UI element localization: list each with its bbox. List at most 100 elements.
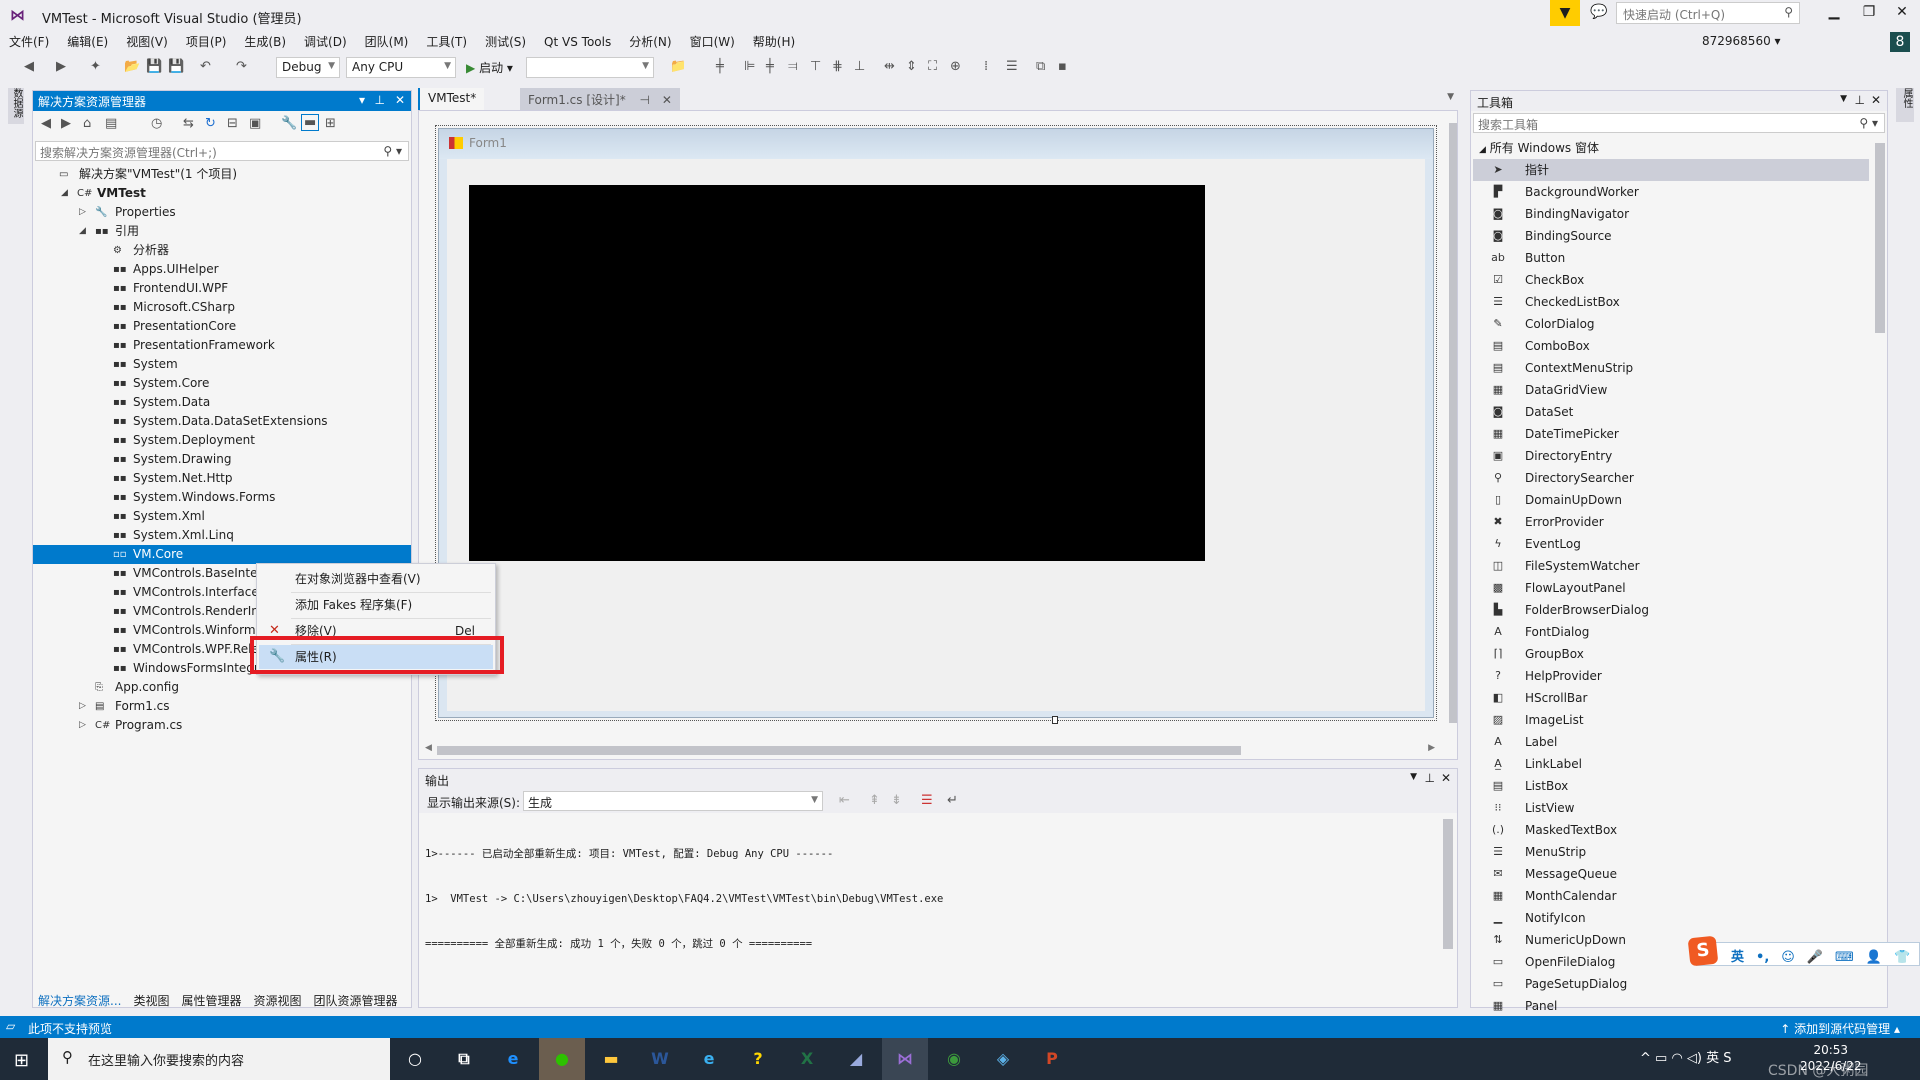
- toolbox-item[interactable]: ◙ DataSet: [1473, 401, 1869, 423]
- expanded-triangle-icon[interactable]: ◢: [79, 222, 86, 241]
- tree-node[interactable]: ▪▪ System.Core: [33, 374, 411, 393]
- start-debugging-button[interactable]: ▶ 启动 ▾: [466, 59, 513, 76]
- align-lefts-icon[interactable]: ⊫: [744, 59, 755, 74]
- bottom-tab[interactable]: 资源视图: [247, 990, 307, 1011]
- tab-vmtest[interactable]: VMTest*: [418, 88, 485, 110]
- bottom-tab[interactable]: 团队资源管理器: [308, 990, 404, 1011]
- toolbox-item[interactable]: ◙ BindingNavigator: [1473, 203, 1869, 225]
- taskbar-notes-icon[interactable]: ◢: [833, 1038, 879, 1080]
- quick-launch-input[interactable]: 快速启动 (Ctrl+Q) ⚲: [1616, 2, 1800, 24]
- toolbox-item[interactable]: ▁ NotifyIcon: [1473, 907, 1869, 929]
- horizontal-scrollbar[interactable]: ◀ ▶: [425, 743, 1435, 755]
- toolbox-item[interactable]: A̲ LinkLabel: [1473, 753, 1869, 775]
- toolbox-item[interactable]: ⚲ DirectorySearcher: [1473, 467, 1869, 489]
- properties-wrench-icon[interactable]: 🔧: [281, 116, 297, 131]
- toolbox-item[interactable]: ☰ CheckedListBox: [1473, 291, 1869, 313]
- tree-node[interactable]: ▪▪ System.Drawing: [33, 450, 411, 469]
- dropdown-icon[interactable]: ▼: [1840, 94, 1847, 104]
- resize-handle[interactable]: [1052, 716, 1058, 724]
- form1-window[interactable]: Form1: [438, 128, 1434, 718]
- align-centers-icon[interactable]: ╪: [766, 59, 774, 74]
- taskbar-ie-icon[interactable]: e: [686, 1038, 732, 1080]
- taskbar-visual-studio-icon[interactable]: ⋈: [882, 1038, 928, 1080]
- toolbox-item[interactable]: ➤ 指针: [1473, 159, 1869, 181]
- home-icon[interactable]: ⌂: [83, 116, 91, 131]
- toolbox-item[interactable]: ▯ DomainUpDown: [1473, 489, 1869, 511]
- toolbox-item[interactable]: ✖ ErrorProvider: [1473, 511, 1869, 533]
- align-rights-icon[interactable]: ⫤: [788, 59, 798, 74]
- toolbox-item[interactable]: ☰ MenuStrip: [1473, 841, 1869, 863]
- bring-to-front-icon[interactable]: ⧉: [1036, 59, 1045, 74]
- taskbar-word-icon[interactable]: W: [637, 1038, 683, 1080]
- ime-button[interactable]: ⌨: [1835, 950, 1854, 965]
- toolbox-item[interactable]: ▙ FolderBrowserDialog: [1473, 599, 1869, 621]
- toolbox-item[interactable]: ▦ MonthCalendar: [1473, 885, 1869, 907]
- tree-node[interactable]: ▷ 🔧 Properties: [33, 203, 411, 222]
- tree-node[interactable]: ▪▪ PresentationFramework: [33, 336, 411, 355]
- tree-node[interactable]: ▷ ▤ Form1.cs: [33, 697, 411, 716]
- tree-node[interactable]: ▭ 解决方案"VMTest"(1 个项目): [33, 165, 411, 184]
- scroll-right-icon[interactable]: ▶: [1428, 743, 1435, 753]
- collapsed-triangle-icon[interactable]: ▷: [79, 716, 86, 735]
- pin-icon[interactable]: ⊥: [375, 93, 385, 107]
- taskbar-app-blue-icon[interactable]: ◈: [980, 1038, 1026, 1080]
- tree-node[interactable]: ▪▪ System.Deployment: [33, 431, 411, 450]
- context-menu-item[interactable]: 添加 Fakes 程序集(F): [259, 593, 493, 617]
- taskbar-help-icon[interactable]: ?: [735, 1038, 781, 1080]
- toolbox-group-header[interactable]: ◢ 所有 Windows 窗体: [1479, 139, 1599, 156]
- toolbox-item[interactable]: ⌈⌉ GroupBox: [1473, 643, 1869, 665]
- output-source-select[interactable]: 生成 ▼: [523, 791, 823, 811]
- menu-item[interactable]: 生成(B): [235, 30, 295, 53]
- toolbox-item[interactable]: ✎ ColorDialog: [1473, 313, 1869, 335]
- align-to-grid-icon[interactable]: ╪: [716, 59, 724, 74]
- horizontal-spacing-icon[interactable]: ⁞: [984, 59, 988, 74]
- toolbox-item[interactable]: ϟ EventLog: [1473, 533, 1869, 555]
- notification-filter-icon[interactable]: ▼: [1550, 0, 1580, 26]
- tree-node[interactable]: ▷ C# Program.cs: [33, 716, 411, 735]
- new-project-icon[interactable]: ✦: [90, 59, 101, 74]
- account-avatar[interactable]: 8: [1890, 32, 1910, 52]
- expanded-triangle-icon[interactable]: ◢: [61, 184, 68, 203]
- close-tab-icon[interactable]: ✕: [662, 93, 672, 107]
- pin-icon[interactable]: ⊥: [1855, 93, 1865, 107]
- feedback-icon[interactable]: 💬: [1590, 4, 1607, 20]
- dropdown-icon[interactable]: ▾: [359, 93, 365, 107]
- toolbox-item[interactable]: ab Button: [1473, 247, 1869, 269]
- align-middles-icon[interactable]: ⋕: [832, 59, 843, 74]
- menu-item[interactable]: 工具(T): [417, 30, 476, 53]
- taskbar-app-green-icon[interactable]: ◉: [931, 1038, 977, 1080]
- vertical-scrollbar[interactable]: [1449, 115, 1459, 735]
- menu-item[interactable]: 文件(F): [0, 30, 58, 53]
- make-same-width-icon[interactable]: ⇹: [884, 59, 895, 74]
- tree-node[interactable]: ▪▪ System.Data.DataSetExtensions: [33, 412, 411, 431]
- toolbox-item[interactable]: ▦ Panel: [1473, 995, 1869, 1017]
- account-name[interactable]: 872968560 ▾: [1702, 34, 1781, 48]
- toolbox-search-input[interactable]: 搜索工具箱 ⚲ ▾: [1473, 113, 1885, 133]
- open-file-icon[interactable]: 📂: [124, 59, 140, 74]
- save-all-icon[interactable]: 💾: [168, 59, 184, 74]
- menu-item[interactable]: 编辑(E): [58, 30, 117, 53]
- prev-message-icon[interactable]: ⇞: [869, 793, 880, 808]
- close-icon[interactable]: ✕: [1871, 93, 1881, 107]
- tree-node[interactable]: ⎘ App.config: [33, 678, 411, 697]
- align-bottoms-icon[interactable]: ⊥: [854, 59, 865, 74]
- preview-selected-icon[interactable]: ▬: [301, 114, 320, 131]
- solution-configuration-select[interactable]: Debug ▼: [276, 57, 340, 78]
- refresh-icon[interactable]: ↻: [205, 116, 216, 131]
- bottom-tab[interactable]: 属性管理器: [175, 990, 247, 1011]
- toolbox-item[interactable]: ☑ CheckBox: [1473, 269, 1869, 291]
- tree-node[interactable]: ▪▪ System.Xml: [33, 507, 411, 526]
- tree-node[interactable]: ▪▪ System: [33, 355, 411, 374]
- tab-form1-design[interactable]: Form1.cs [设计]* ⊣ ✕: [520, 88, 680, 110]
- sogou-logo-icon[interactable]: S: [1687, 935, 1719, 967]
- menu-item[interactable]: 帮助(H): [744, 30, 804, 53]
- menu-item[interactable]: Qt VS Tools: [535, 32, 620, 52]
- back-icon[interactable]: ◀: [24, 59, 34, 74]
- toolbox-item[interactable]: ▤ ListBox: [1473, 775, 1869, 797]
- tab-overflow-icon[interactable]: ▼: [1447, 92, 1454, 102]
- restore-button[interactable]: ❐: [1855, 4, 1883, 24]
- minimize-button[interactable]: ▁: [1820, 4, 1848, 24]
- redo-icon[interactable]: ↷: [236, 59, 247, 74]
- tree-node[interactable]: ▪▪ Microsoft.CSharp: [33, 298, 411, 317]
- undo-icon[interactable]: ↶: [200, 59, 211, 74]
